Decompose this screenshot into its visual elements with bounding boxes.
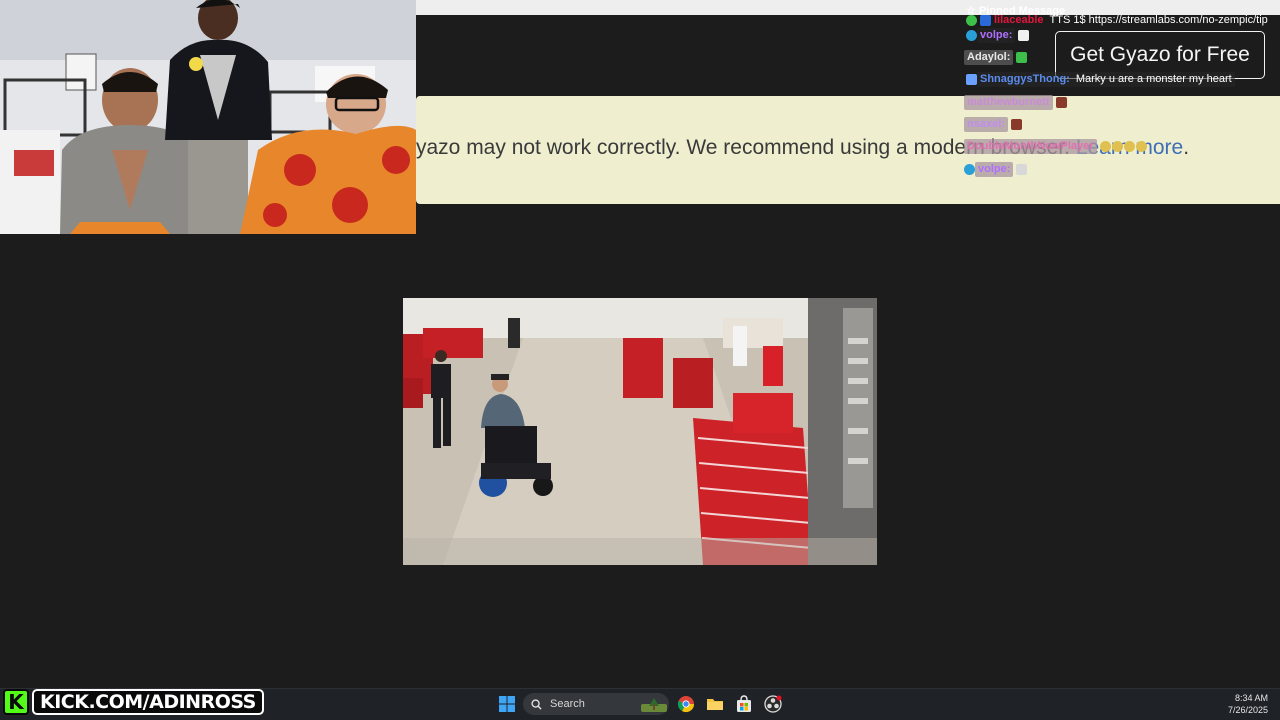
video-player[interactable] (403, 298, 877, 565)
search-icon (531, 698, 542, 710)
chat-message-pinned: lilaceable TTS 1$ https://streamlabs.com… (964, 13, 1271, 28)
widget-icon[interactable] (641, 696, 667, 712)
chat-username[interactable]: lilaceable (991, 13, 1047, 28)
store-icon[interactable] (735, 695, 753, 713)
emote-icon (1018, 30, 1030, 41)
chat-username[interactable]: Adaylol: (964, 50, 1014, 65)
badge-icon (966, 74, 977, 85)
kick-stream-logo: K KICK.COM/ADINROSS (3, 688, 264, 716)
emote-icon (1123, 141, 1135, 152)
clock-date: 7/26/2025 (1227, 705, 1268, 715)
chat-message: Adaylol: (964, 50, 1028, 65)
screen: yazo may not work correctly. We recommen… (0, 0, 1280, 720)
windows-start-icon[interactable] (498, 695, 516, 713)
chrome-icon[interactable] (677, 695, 695, 713)
stream-url-label: KICK.COM/ADINROSS (32, 689, 264, 715)
emote-icon (1055, 97, 1067, 108)
emote-icon (1016, 52, 1028, 63)
chat-username[interactable]: volpe: (975, 162, 1014, 177)
file-explorer-icon[interactable] (706, 695, 724, 713)
emote-icon (1111, 141, 1123, 152)
chat-username[interactable]: nsaxel: (964, 117, 1008, 132)
chat-message: ShnaggysThong: Marky u are a monster my … (964, 72, 1235, 87)
emote-icon (1135, 141, 1147, 152)
clock-time: 8:34 AM (1234, 693, 1268, 703)
chat-message: volpe: (964, 28, 1030, 43)
chat-text: Marky u are a monster my heart (1072, 72, 1235, 87)
chat-message: nsaxel: (964, 117, 1022, 132)
chat-text: TTS 1$ https://streamlabs.com/no-zempic/… (1049, 14, 1268, 26)
video-frame (403, 298, 877, 565)
badge-icon (964, 164, 975, 175)
chat-username[interactable]: volpe: (977, 28, 1016, 43)
kick-logo-icon: K (3, 689, 29, 715)
chat-message: volpe: (964, 162, 1028, 177)
emote-icon (1099, 141, 1111, 152)
webcam-overlay (0, 0, 416, 234)
obs-icon[interactable] (764, 695, 782, 713)
chat-username[interactable]: matthewburnett (964, 95, 1053, 110)
emote-icon (1016, 164, 1028, 175)
webcam-scene (0, 0, 416, 234)
chat-message: DoubleMonthNowPlayer (964, 139, 1147, 154)
taskbar-search-box[interactable]: Search (523, 693, 669, 715)
system-clock[interactable]: 8:34 AM 7/26/2025 (1228, 692, 1268, 716)
search-label: Search (550, 698, 585, 710)
badge-icon (966, 30, 977, 41)
emote-icon (1010, 119, 1022, 130)
chat-username[interactable]: ShnaggysThong: (977, 72, 1073, 87)
chat-username[interactable]: DoubleMonthNowPlayer (964, 139, 1097, 154)
chat-overlay: ☆ Pinned Message lilaceable TTS 1$ https… (962, 2, 1280, 182)
chat-message: matthewburnett (964, 95, 1067, 110)
badge-icon (980, 15, 991, 26)
verified-badge-icon (966, 15, 977, 26)
